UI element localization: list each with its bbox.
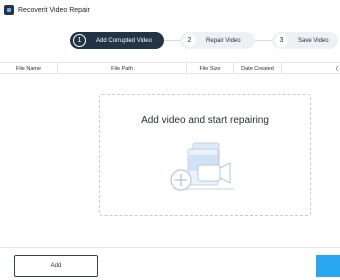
step-label: Add Corrupted Video [96,37,152,44]
step-save-video[interactable]: 3 Save Video [272,32,338,49]
step-number: 3 [275,34,288,47]
step-number: 2 [183,34,196,47]
file-table-header: File Name File Path File Size Date Creat… [0,62,340,74]
step-label: Repair Video [206,37,241,44]
add-button[interactable]: Add [14,255,98,277]
step-repair-video[interactable]: 2 Repair Video [180,32,255,49]
step-connector [255,40,272,41]
add-video-illustration-icon [170,142,234,191]
step-connector [164,40,180,41]
title-bar: Recoverit Video Repair [0,0,340,20]
column-header-file-path[interactable]: File Path [57,63,186,74]
column-header-truncated[interactable]: ( [281,63,340,74]
app-logo-icon [4,5,14,15]
column-header-date-created[interactable]: Date Created [233,63,281,74]
progress-stepper: 1 Add Corrupted Video 2 Repair Video 3 S… [0,32,340,49]
footer-bar: Add [0,247,340,280]
step-add-corrupted-video[interactable]: 1 Add Corrupted Video [70,32,164,49]
column-header-file-name[interactable]: File Name [0,63,57,74]
column-header-file-size[interactable]: File Size [186,63,233,74]
video-drop-zone[interactable]: Add video and start repairing [99,94,311,216]
window-title: Recoverit Video Repair [18,6,90,14]
drop-zone-title: Add video and start repairing [141,115,269,126]
step-number: 1 [73,34,86,47]
repair-button[interactable] [316,255,340,277]
step-label: Save Video [298,37,329,44]
